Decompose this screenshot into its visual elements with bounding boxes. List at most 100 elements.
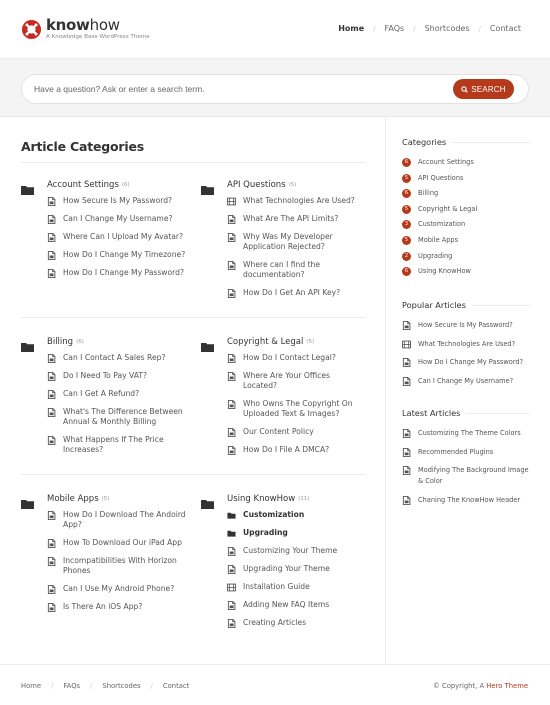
article-link[interactable]: Where Are Your Offices Located? <box>227 371 366 391</box>
article-link[interactable]: Where Can I Upload My Avatar? <box>47 232 186 242</box>
sidebar-category-item[interactable]: 3 Customization <box>402 219 530 230</box>
sidebar-category-item[interactable]: 6 Billing <box>402 188 530 199</box>
count-badge: 6 <box>402 267 411 277</box>
popular-article-link[interactable]: What Technologies Are Used? <box>402 339 530 350</box>
latest-article-link[interactable]: Customizing The Theme Colors <box>402 428 530 439</box>
lifebuoy-icon <box>21 19 42 39</box>
category-title[interactable]: Mobile Apps <box>47 494 99 504</box>
article-link[interactable]: Can I Get A Refund? <box>47 389 186 399</box>
footer-nav-faqs[interactable]: FAQs <box>63 682 80 690</box>
category-block: Using KnowHow (11) Customization Upgrading C… <box>201 493 366 636</box>
category-header[interactable]: Mobile Apps (5) <box>21 493 186 509</box>
article-link[interactable]: What Happens If The Price Increases? <box>47 435 186 455</box>
popular-article-link[interactable]: Can I Change My Username? <box>402 376 530 387</box>
article-title: How To Download Our iPad App <box>63 538 182 547</box>
subcategory-link[interactable]: Customization <box>227 510 366 520</box>
sidebar-category-item[interactable]: 5 API Questions <box>402 173 530 184</box>
latest-article-list: Customizing The Theme Colors Recommended … <box>402 428 530 506</box>
folder-icon <box>21 337 34 352</box>
document-icon <box>402 358 411 368</box>
category-header[interactable]: API Questions (5) <box>201 179 366 195</box>
article-link[interactable]: How Secure Is My Password? <box>47 196 186 206</box>
category-title[interactable]: Account Settings <box>47 180 119 190</box>
latest-article-link[interactable]: Modifying The Background Image & Color <box>402 465 530 487</box>
document-icon <box>227 353 236 363</box>
footer-nav-contact[interactable]: Contact <box>163 682 189 690</box>
article-link[interactable]: Upgrading Your Theme <box>227 564 366 574</box>
category-title[interactable]: Billing <box>47 337 73 347</box>
footer-nav-shortcodes[interactable]: Shortcodes <box>102 682 140 690</box>
article-link[interactable]: What Technologies Are Used? <box>227 196 366 206</box>
popular-article-link[interactable]: How Do I Change My Password? <box>402 357 530 368</box>
article-link[interactable]: How Do I Contact Legal? <box>227 353 366 363</box>
hero-theme-link[interactable]: Hero Theme <box>486 682 528 690</box>
sidebar-category-item[interactable]: 6 Account Settings <box>402 157 530 168</box>
article-list: Can I Contact A Sales Rep? Do I Need To P… <box>47 353 186 455</box>
article-title: What's The Difference Between Annual & M… <box>63 407 183 426</box>
article-link[interactable]: Why Was My Developer Application Rejecte… <box>227 232 366 252</box>
article-link[interactable]: How Do I Get An API Key? <box>227 288 366 298</box>
article-link[interactable]: What's The Difference Between Annual & M… <box>47 407 186 427</box>
article-link[interactable]: Who Owns The Copyright On Uploaded Text … <box>227 399 366 419</box>
article-link[interactable]: How Do I Change My Password? <box>47 268 186 278</box>
popular-article-link[interactable]: How Secure Is My Password? <box>402 320 530 331</box>
article-link[interactable]: Customizing Your Theme <box>227 546 366 556</box>
sidebar-latest-title: Latest Articles <box>402 408 461 418</box>
article-link[interactable]: Where can I find the documentation? <box>227 260 366 280</box>
subcategory-link[interactable]: Upgrading <box>227 528 366 538</box>
article-link[interactable]: How Do I Change My Timezone? <box>47 250 186 260</box>
count-badge: 6 <box>402 189 411 199</box>
sidebar-category-item[interactable]: 2 Upgrading <box>402 251 530 262</box>
category-count: (5) <box>306 339 315 345</box>
article-link[interactable]: Incompatibilities With Horizon Phones <box>47 556 186 576</box>
footer-nav-separator: / <box>51 682 54 690</box>
category-header[interactable]: Account Settings (6) <box>21 179 186 195</box>
article-title: How Do I Change My Password? <box>418 358 524 367</box>
sidebar-category-label: API Questions <box>418 173 464 182</box>
article-link[interactable]: Is There An iOS App? <box>47 602 186 612</box>
article-link[interactable]: Installation Guide <box>227 582 366 592</box>
category-title[interactable]: API Questions <box>227 180 286 190</box>
category-header[interactable]: Using KnowHow (11) <box>201 493 366 509</box>
category-count: (11) <box>298 496 310 502</box>
nav-contact[interactable]: Contact <box>490 24 521 33</box>
category-header[interactable]: Billing (6) <box>21 336 186 352</box>
article-title: Adding New FAQ Items <box>243 600 330 609</box>
nav-faqs[interactable]: FAQs <box>385 24 405 33</box>
article-link[interactable]: Can I Use My Android Phone? <box>47 584 186 594</box>
document-icon <box>47 407 56 417</box>
search-button[interactable]: SEARCH <box>453 79 514 99</box>
count-badge: 5 <box>402 235 411 245</box>
document-icon <box>227 288 236 298</box>
sidebar-category-label: Customization <box>418 220 466 229</box>
sidebar-category-item[interactable]: 6 Using KnowHow <box>402 266 530 277</box>
article-link[interactable]: Can I Contact A Sales Rep? <box>47 353 186 363</box>
article-link[interactable]: What Are The API Limits? <box>227 214 366 224</box>
article-link[interactable]: How Do I Download The Andoird App? <box>47 510 186 530</box>
article-title: Upgrading Your Theme <box>243 564 330 573</box>
article-link[interactable]: How To Download Our iPad App <box>47 538 186 548</box>
article-link[interactable]: Our Content Policy <box>227 427 366 437</box>
article-link[interactable]: How Do I File A DMCA? <box>227 445 366 455</box>
document-icon <box>47 538 56 548</box>
search-input[interactable] <box>34 75 434 103</box>
latest-article-link[interactable]: Chaning The KnowHow Header <box>402 495 530 506</box>
site-logo[interactable]: knowhow A Knowledge Base WordPress Theme <box>21 18 150 41</box>
footer-nav-home[interactable]: Home <box>21 682 41 690</box>
article-link[interactable]: Creating Articles <box>227 618 366 628</box>
category-title[interactable]: Using KnowHow <box>227 494 295 504</box>
sidebar-category-item[interactable]: 5 Copyright & Legal <box>402 204 530 215</box>
category-title[interactable]: Copyright & Legal <box>227 337 303 347</box>
nav-shortcodes[interactable]: Shortcodes <box>425 24 470 33</box>
sidebar-category-item[interactable]: 5 Mobile Apps <box>402 235 530 246</box>
article-link[interactable]: Do I Need To Pay VAT? <box>47 371 186 381</box>
nav-home[interactable]: Home <box>338 24 364 33</box>
latest-article-link[interactable]: Recommended Plugins <box>402 447 530 458</box>
category-header[interactable]: Copyright & Legal (5) <box>201 336 366 352</box>
logo-tagline: A Knowledge Base WordPress Theme <box>46 34 150 40</box>
document-icon <box>47 389 56 399</box>
article-link[interactable]: Adding New FAQ Items <box>227 600 366 610</box>
article-title: Where can I find the documentation? <box>243 260 321 279</box>
article-link[interactable]: Can I Change My Username? <box>47 214 186 224</box>
count-badge: 2 <box>402 251 411 261</box>
